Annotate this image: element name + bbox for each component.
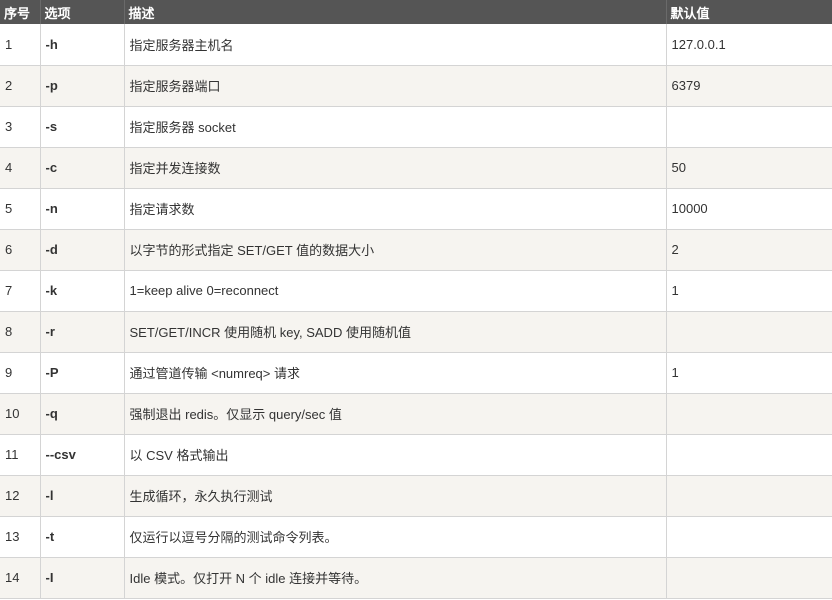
cell-description: 以 CSV 格式输出 xyxy=(123,434,666,476)
table-row: 8 -r SET/GET/INCR 使用随机 key, SADD 使用随机值 xyxy=(0,311,832,353)
cell-description: 指定并发连接数 xyxy=(123,147,666,189)
cell-index: 7 xyxy=(0,270,40,312)
cell-index: 8 xyxy=(0,311,40,353)
cell-option: -h xyxy=(39,24,124,66)
table-row: 2 -p 指定服务器端口 6379 xyxy=(0,65,832,107)
table-row: 10 -q 强制退出 redis。仅显示 query/sec 值 xyxy=(0,393,832,435)
cell-description: 以字节的形式指定 SET/GET 值的数据大小 xyxy=(123,229,666,271)
header-description: 描述 xyxy=(123,0,666,24)
cell-option: -s xyxy=(39,106,124,148)
cell-default: 50 xyxy=(665,147,832,189)
table-row: 11 --csv 以 CSV 格式输出 xyxy=(0,434,832,476)
table-row: 14 -I Idle 模式。仅打开 N 个 idle 连接并等待。 xyxy=(0,557,832,599)
cell-default xyxy=(665,106,832,148)
cell-option: -l xyxy=(39,475,124,517)
cell-default: 1 xyxy=(665,270,832,312)
cell-option: -k xyxy=(39,270,124,312)
cell-description: 指定服务器 socket xyxy=(123,106,666,148)
cell-description: 指定请求数 xyxy=(123,188,666,230)
table-body: 1 -h 指定服务器主机名 127.0.0.1 2 -p 指定服务器端口 637… xyxy=(0,24,832,599)
cell-index: 2 xyxy=(0,65,40,107)
cell-description: 强制退出 redis。仅显示 query/sec 值 xyxy=(123,393,666,435)
cell-index: 12 xyxy=(0,475,40,517)
cell-default xyxy=(665,393,832,435)
cell-default xyxy=(665,475,832,517)
cell-index: 3 xyxy=(0,106,40,148)
cell-default: 6379 xyxy=(665,65,832,107)
cell-index: 1 xyxy=(0,24,40,66)
cell-option: -p xyxy=(39,65,124,107)
table-row: 9 -P 通过管道传输 <numreq> 请求 1 xyxy=(0,352,832,394)
table-row: 6 -d 以字节的形式指定 SET/GET 值的数据大小 2 xyxy=(0,229,832,271)
cell-description: SET/GET/INCR 使用随机 key, SADD 使用随机值 xyxy=(123,311,666,353)
cell-default: 10000 xyxy=(665,188,832,230)
cell-default: 1 xyxy=(665,352,832,394)
cell-default: 2 xyxy=(665,229,832,271)
table-row: 12 -l 生成循环，永久执行测试 xyxy=(0,475,832,517)
cell-description: 通过管道传输 <numreq> 请求 xyxy=(123,352,666,394)
cell-index: 10 xyxy=(0,393,40,435)
cell-default xyxy=(665,311,832,353)
cell-index: 11 xyxy=(0,434,40,476)
cell-option: -c xyxy=(39,147,124,189)
table-row: 5 -n 指定请求数 10000 xyxy=(0,188,832,230)
header-default: 默认值 xyxy=(665,0,832,24)
cell-description: Idle 模式。仅打开 N 个 idle 连接并等待。 xyxy=(123,557,666,599)
cell-index: 4 xyxy=(0,147,40,189)
cell-index: 13 xyxy=(0,516,40,558)
cell-index: 6 xyxy=(0,229,40,271)
header-row: 序号 选项 描述 默认值 xyxy=(0,0,832,24)
cell-index: 5 xyxy=(0,188,40,230)
table-row: 7 -k 1=keep alive 0=reconnect 1 xyxy=(0,270,832,312)
cell-description: 指定服务器端口 xyxy=(123,65,666,107)
cell-index: 14 xyxy=(0,557,40,599)
cell-description: 1=keep alive 0=reconnect xyxy=(123,270,666,312)
options-table: 序号 选项 描述 默认值 1 -h 指定服务器主机名 127.0.0.1 2 -… xyxy=(0,0,832,599)
cell-option: -r xyxy=(39,311,124,353)
cell-default xyxy=(665,434,832,476)
table-row: 1 -h 指定服务器主机名 127.0.0.1 xyxy=(0,24,832,66)
table-row: 3 -s 指定服务器 socket xyxy=(0,106,832,148)
cell-default xyxy=(665,516,832,558)
cell-option: -I xyxy=(39,557,124,599)
header-index: 序号 xyxy=(0,0,40,24)
cell-default xyxy=(665,557,832,599)
cell-option: -t xyxy=(39,516,124,558)
cell-option: -n xyxy=(39,188,124,230)
table-header: 序号 选项 描述 默认值 xyxy=(0,0,832,24)
cell-option: -P xyxy=(39,352,124,394)
cell-option: -q xyxy=(39,393,124,435)
cell-option: --csv xyxy=(39,434,124,476)
table-row: 4 -c 指定并发连接数 50 xyxy=(0,147,832,189)
cell-description: 仅运行以逗号分隔的测试命令列表。 xyxy=(123,516,666,558)
cell-description: 指定服务器主机名 xyxy=(123,24,666,66)
cell-default: 127.0.0.1 xyxy=(665,24,832,66)
cell-description: 生成循环，永久执行测试 xyxy=(123,475,666,517)
header-option: 选项 xyxy=(39,0,124,24)
cell-option: -d xyxy=(39,229,124,271)
cell-index: 9 xyxy=(0,352,40,394)
table-row: 13 -t 仅运行以逗号分隔的测试命令列表。 xyxy=(0,516,832,558)
